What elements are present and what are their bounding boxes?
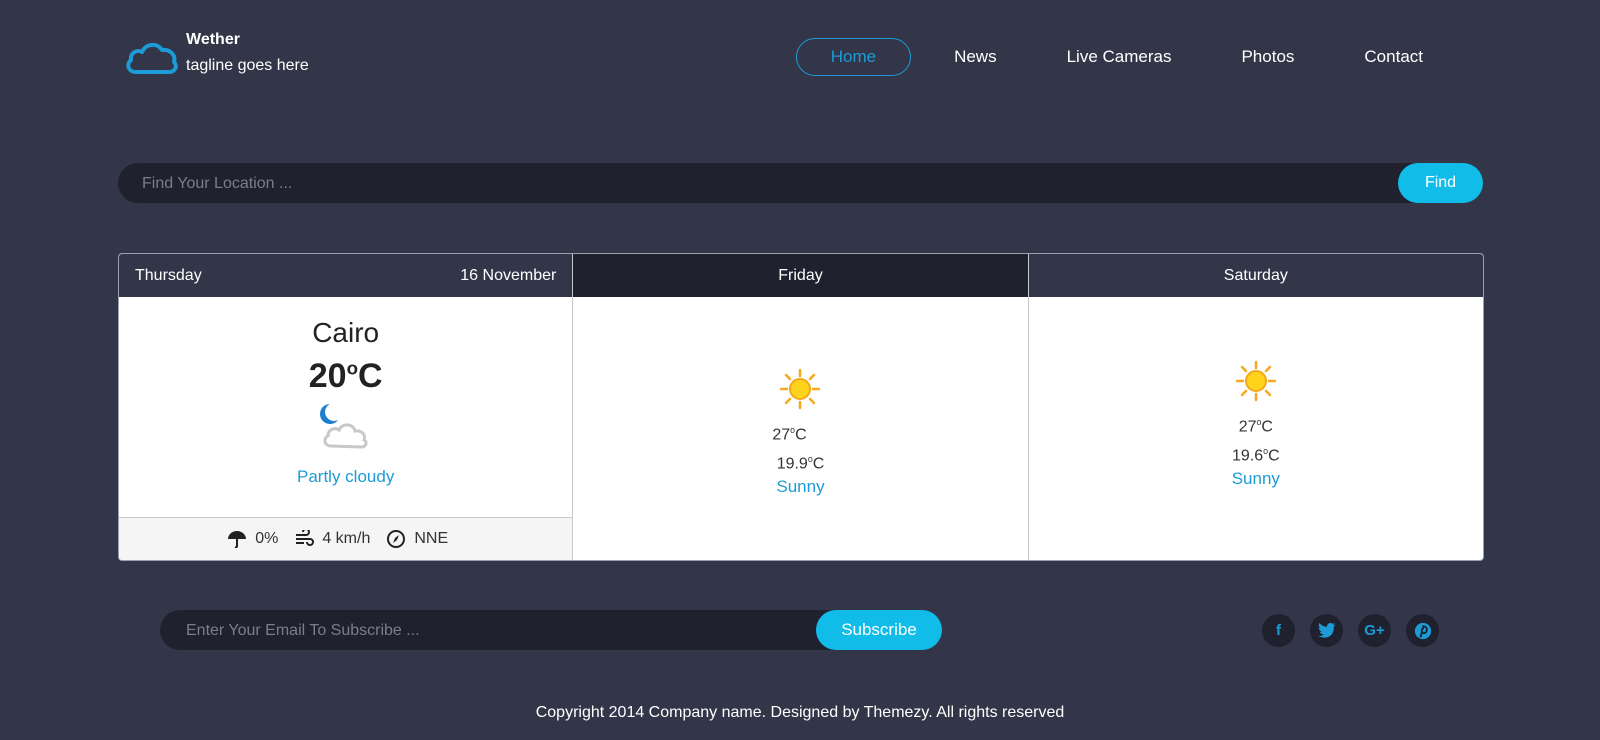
pinterest-icon[interactable]	[1406, 614, 1439, 647]
social-links: f G+	[1262, 614, 1454, 647]
friday-high: 27oC	[772, 425, 807, 444]
cloud-logo-icon	[126, 43, 178, 74]
nav-news[interactable]: News	[919, 39, 1032, 75]
nav-contact[interactable]: Contact	[1329, 39, 1458, 75]
saturday-header: Saturday	[1028, 254, 1483, 297]
sun-icon	[1235, 360, 1277, 402]
today-header: Thursday 16 November	[119, 254, 573, 297]
wind-speed: 4 km/h	[322, 530, 371, 547]
saturday-high: 27oC	[1238, 417, 1273, 436]
location-search: Find	[118, 163, 1483, 205]
twitter-icon[interactable]	[1310, 614, 1343, 647]
today-details: 0% 4 km/h NNE	[119, 517, 573, 560]
today-condition: Partly cloudy	[297, 467, 395, 486]
friday-low: 19.9oC	[776, 454, 825, 473]
google-plus-icon[interactable]: G+	[1358, 614, 1391, 647]
today-forecast: Thursday 16 November Cairo 20oC Partly c…	[119, 254, 573, 560]
rain-probability: 0%	[255, 530, 279, 547]
friday-forecast: Friday 27oC 19.9oC Sunny	[572, 254, 1028, 560]
saturday-forecast: Saturday 27oC 19.6oC Sunny	[1027, 254, 1483, 560]
current-temperature: 20oC	[308, 357, 383, 395]
brand-name: Wether	[186, 31, 240, 48]
location-search-input[interactable]	[118, 163, 1344, 205]
saturday-condition: Sunny	[1231, 468, 1280, 488]
main-nav: Home News Live Cameras Photos Contact	[795, 38, 1458, 76]
wind-direction: NNE	[414, 530, 449, 547]
facebook-icon[interactable]: f	[1262, 614, 1295, 647]
today-day: Thursday	[135, 267, 202, 284]
nav-home[interactable]: Home	[795, 38, 912, 76]
subscribe-button[interactable]: Subscribe	[816, 610, 942, 650]
umbrella-icon	[228, 531, 247, 548]
nav-live-cameras[interactable]: Live Cameras	[1032, 39, 1207, 75]
email-subscribe-input[interactable]	[160, 610, 788, 652]
saturday-low: 19.6oC	[1232, 446, 1280, 465]
wind-icon	[296, 530, 315, 546]
brand-tagline: tagline goes here	[186, 57, 309, 74]
subscribe-form: Subscribe	[160, 610, 942, 652]
sun-icon	[780, 368, 821, 410]
friday-condition: Sunny	[776, 476, 825, 496]
today-date: 16 November	[460, 267, 557, 284]
moon-cloud-icon	[319, 404, 368, 449]
brand[interactable]: Wether tagline goes here	[124, 30, 309, 80]
compass-icon	[387, 530, 406, 548]
forecast-table: Thursday 16 November Cairo 20oC Partly c…	[118, 253, 1484, 561]
find-button[interactable]: Find	[1398, 163, 1483, 203]
nav-photos[interactable]: Photos	[1206, 39, 1329, 75]
city-name: Cairo	[312, 317, 380, 348]
friday-header: Friday	[573, 254, 1028, 297]
copyright-text: Copyright 2014 Company name. Designed by…	[535, 704, 1065, 721]
